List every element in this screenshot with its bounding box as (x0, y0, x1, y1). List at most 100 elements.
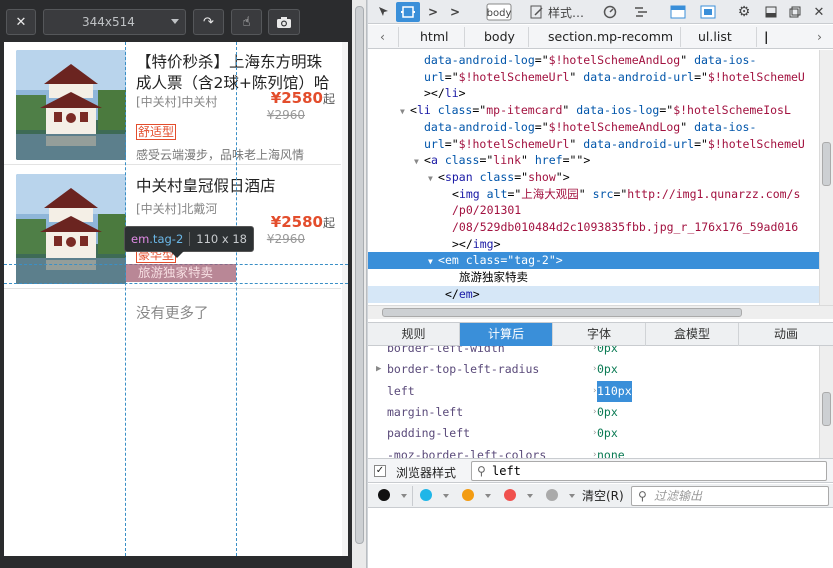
performance-button[interactable] (600, 2, 620, 22)
twisty-icon[interactable]: ▼ (428, 253, 438, 270)
page-scrollbar[interactable] (342, 42, 348, 556)
markup-line[interactable]: data-android-log="$!hotelSchemeAndLog" d… (368, 52, 819, 69)
console-output[interactable] (368, 509, 833, 568)
tab-animations[interactable]: 动画 (739, 323, 833, 346)
hotel-description: 感受云端漫步，品味老上海风情 (136, 148, 305, 162)
tab-box-model[interactable]: 盒模型 (646, 323, 739, 346)
tooltip-tag: em (131, 232, 150, 246)
markup-line[interactable]: </em> (368, 285, 819, 303)
scroll-thumb[interactable] (822, 142, 831, 186)
dock-bottom-button[interactable] (762, 2, 780, 22)
viewport-size-select[interactable]: 344x514 (43, 9, 186, 35)
markup-token: url (424, 136, 445, 151)
markup-line[interactable]: data-android-log="$!hotelSchemeAndLog" d… (368, 119, 819, 136)
responsive-mode-button[interactable] (396, 2, 420, 22)
computed-vertical-scrollbar[interactable] (819, 346, 833, 458)
scroll-thumb[interactable] (382, 308, 742, 317)
property-filter-input[interactable]: ⚲ left (471, 461, 827, 481)
filter-logging-dot[interactable] (546, 489, 558, 501)
touch-icon: ☝ (242, 14, 251, 30)
undock-button[interactable] (786, 2, 804, 22)
scratchpad-button[interactable] (698, 2, 718, 22)
chevron-down-icon[interactable] (401, 494, 407, 498)
breadcrumb-divider (680, 27, 681, 47)
markup-token: > (493, 236, 501, 251)
split-console-button[interactable] (668, 2, 688, 22)
close-responsive-button[interactable]: ✕ (6, 9, 36, 35)
twisty-icon[interactable]: ▼ (400, 103, 410, 120)
hotel-location: [中关村]北戴河 (136, 202, 218, 216)
computed-property-row[interactable]: ▶ border-top-left-radius › 0px (368, 359, 819, 380)
markup-line[interactable]: ▼ <em class="tag-2"> (368, 252, 819, 270)
debugger-button[interactable]: > (446, 2, 464, 22)
chevron-down-icon[interactable] (443, 494, 449, 498)
rotate-button[interactable]: ↷ (193, 9, 224, 35)
breadcrumb-forward[interactable]: › (817, 29, 822, 44)
computed-property-row[interactable]: padding-left › 0px (368, 423, 819, 444)
splitter-scroll-thumb[interactable] (355, 6, 364, 544)
markup-line[interactable]: url="$!hotelSchemeUrl" data-android-url=… (368, 69, 819, 86)
markup-line[interactable]: ▼ <li class="mp-itemcard" data-ios-log="$… (368, 102, 819, 119)
markup-line[interactable]: ▼ <a class="link" href=""> (368, 152, 819, 169)
chevron-down-icon[interactable] (569, 494, 575, 498)
markup-line[interactable]: <img alt="上海大观园" src="http://img1.qunarz… (368, 186, 819, 203)
breadcrumb-item[interactable]: html (420, 29, 448, 44)
divider (412, 486, 413, 506)
twisty-icon[interactable]: ▼ (428, 170, 438, 187)
expand-icon[interactable]: ▶ (376, 359, 381, 380)
markup-line[interactable]: ></img> (368, 236, 819, 253)
markup-line[interactable]: url="$!hotelSchemeUrl" data-android-url=… (368, 136, 819, 153)
hotel-card[interactable]: 【特价秒杀】上海东方明珠成人票（含2球+陈列馆）哈 [中关村]中关村 ¥2580… (4, 42, 341, 165)
tab-rules[interactable]: 规则 (368, 323, 460, 346)
chevron-down-icon[interactable] (485, 494, 491, 498)
console-button[interactable]: > (424, 2, 442, 22)
computed-property-row[interactable]: -moz-border-left-colors › none (368, 445, 819, 459)
markup-vertical-scrollbar[interactable] (819, 50, 833, 305)
filter-css-dot[interactable] (420, 489, 432, 501)
markup-line[interactable]: /08/529db010484d2c1093835fbb.jpg_r_176x1… (368, 219, 819, 236)
property-name: left (387, 383, 415, 398)
markup-line[interactable]: ▼ <span class="show"> (368, 169, 819, 186)
markup-token: span (444, 169, 473, 184)
markup-view[interactable]: data-android-log="$!hotelSchemeAndLog" d… (368, 50, 819, 305)
close-devtools-button[interactable]: ✕ (810, 2, 828, 22)
breadcrumb-item[interactable]: body (484, 29, 515, 44)
tab-computed[interactable]: 计算后 (460, 323, 553, 346)
markup-token: "> (548, 253, 563, 268)
settings-button[interactable]: ⚙ (734, 2, 754, 22)
touch-simulation-button[interactable]: ☝ (231, 9, 262, 35)
pick-element-button[interactable] (374, 2, 394, 22)
clear-console-button[interactable]: 清空(R) (582, 487, 624, 504)
property-name: -moz-border-left-colors (387, 447, 547, 459)
computed-property-row[interactable]: left › 110px (368, 380, 819, 402)
scroll-thumb[interactable] (822, 392, 831, 426)
markup-token: ></ (424, 86, 445, 101)
markup-token: li (416, 103, 431, 118)
filter-security-dot[interactable] (504, 489, 516, 501)
filter-js-dot[interactable] (462, 489, 474, 501)
filter-net-dot[interactable] (378, 489, 390, 501)
style-editor-button[interactable]: 样式… (530, 2, 594, 22)
browser-styles-checkbox[interactable]: ✓ (374, 465, 386, 477)
markup-line[interactable]: /p0/201301 (368, 202, 819, 219)
computed-property-row[interactable]: border-left-width › 0px (368, 346, 819, 359)
computed-property-row[interactable]: margin-left › 0px (368, 402, 819, 423)
screenshot-button[interactable] (268, 9, 300, 35)
tab-fonts[interactable]: 字体 (553, 323, 646, 346)
breadcrumb-item[interactable]: section.mp-recomm (548, 29, 673, 44)
markup-token: tag-2 (514, 253, 549, 268)
pane-splitter[interactable] (352, 0, 367, 568)
camera-icon (277, 16, 291, 28)
twisty-icon[interactable]: ▼ (414, 153, 424, 170)
output-filter-input[interactable]: ⚲ 过滤输出 (631, 486, 829, 506)
breadcrumb-item[interactable]: ul.list (698, 29, 732, 44)
breadcrumb-more[interactable]: | (764, 29, 769, 44)
network-button[interactable] (632, 2, 650, 22)
markup-horizontal-scrollbar[interactable] (368, 305, 833, 319)
markup-line[interactable]: ></li> (368, 85, 819, 102)
inspector-button[interactable]: body (484, 2, 514, 22)
chevron-down-icon[interactable] (527, 494, 533, 498)
breadcrumb-back[interactable]: ‹ (380, 29, 385, 44)
markup-line[interactable]: 旅游独家特卖 (368, 269, 819, 286)
markup-token: < (410, 103, 417, 118)
